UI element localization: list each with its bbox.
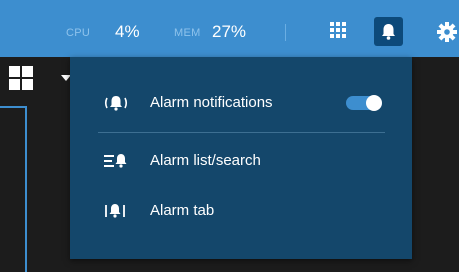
ringing-bell-icon [104,96,128,111]
alarm-tab-label: Alarm tab [150,202,215,219]
alarm-button[interactable] [374,17,403,46]
bell-icon [382,24,395,40]
mem-value: 27% [212,22,247,41]
gear-icon[interactable] [436,21,458,43]
alarm-notifications-label: Alarm notifications [150,94,273,111]
alarm-dropdown-menu: Alarm notifications Alarm list/search Al… [70,57,412,259]
grid-menu-icon[interactable] [330,22,346,38]
cpu-label: CPU [66,27,91,39]
toggle-knob [366,95,382,111]
menu-item-alarm-list-search[interactable]: Alarm list/search [70,141,412,181]
alarm-notifications-toggle[interactable] [346,95,382,111]
bell-tab-icon [105,204,125,218]
bell-list-icon [104,154,127,168]
toolbar-divider [285,24,286,41]
menu-divider [98,132,385,133]
mem-label: MEM [174,27,201,39]
alarm-list-search-label: Alarm list/search [150,152,261,169]
video-view-frame[interactable] [0,106,27,272]
menu-item-alarm-notifications[interactable]: Alarm notifications [70,83,412,123]
cpu-value: 4% [115,22,140,41]
menu-item-alarm-tab[interactable]: Alarm tab [70,191,412,231]
quad-layout-icon[interactable] [9,66,33,90]
top-toolbar: CPU 4% MEM 27% [0,0,459,57]
